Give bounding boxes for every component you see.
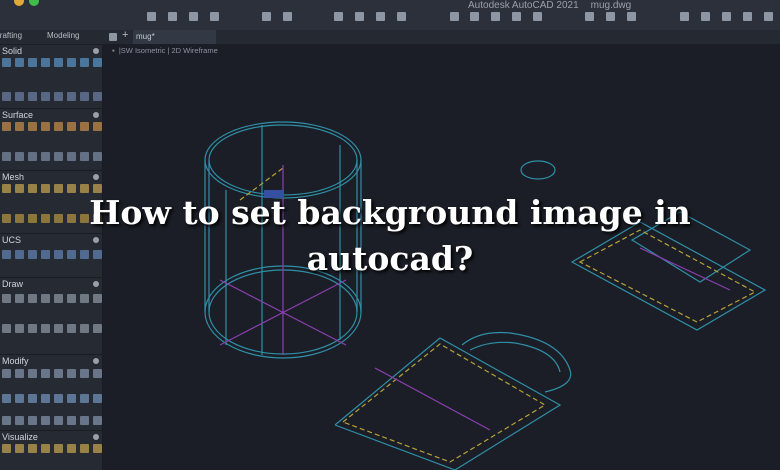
undo-icon[interactable] [262, 12, 271, 21]
section-draw: Draw [0, 277, 103, 354]
maximize-window-button[interactable] [29, 0, 39, 6]
sheet-icon[interactable] [450, 12, 459, 21]
orbit-icon[interactable] [627, 12, 636, 21]
new-tab-button[interactable]: + [122, 29, 128, 41]
xref-icon[interactable] [491, 12, 500, 21]
tab-modeling[interactable]: Modeling [47, 31, 79, 40]
publish-icon[interactable] [355, 12, 364, 21]
layout-icon[interactable] [470, 12, 479, 21]
window-title: Autodesk AutoCAD 2021 mug.dwg [468, 0, 632, 11]
zoom-window-icon[interactable] [585, 12, 594, 21]
match-properties-icon[interactable] [701, 12, 710, 21]
pan-icon[interactable] [606, 12, 615, 21]
title-bar: Autodesk AutoCAD 2021 mug.dwg [0, 0, 780, 30]
mug-cylinder [204, 121, 767, 470]
render-icon[interactable] [533, 12, 542, 21]
cloud-icon[interactable] [764, 12, 773, 21]
save-as-icon[interactable] [210, 12, 219, 21]
redo-icon[interactable] [283, 12, 292, 21]
close-icon[interactable] [93, 174, 99, 180]
close-icon[interactable] [93, 48, 99, 54]
open-icon[interactable] [168, 12, 177, 21]
section-solid: Solid [0, 44, 103, 108]
connect-icon[interactable] [743, 12, 752, 21]
minimize-window-button[interactable] [14, 0, 24, 6]
section-modify: Modify [0, 354, 103, 430]
properties-icon[interactable] [397, 12, 406, 21]
article-headline: How to set background image in autocad? [89, 193, 691, 278]
close-icon[interactable] [93, 358, 99, 364]
section-visualize: Visualize [0, 430, 103, 470]
tab-drafting[interactable]: Drafting [0, 31, 22, 40]
document-tab[interactable]: mug* [133, 30, 216, 44]
start-tab-icon[interactable] [109, 33, 117, 41]
close-icon[interactable] [93, 112, 99, 118]
section-surface: Surface [0, 108, 103, 170]
layer-icon[interactable] [680, 12, 689, 21]
close-icon[interactable] [93, 434, 99, 440]
tab-row [0, 30, 780, 44]
isolate-icon[interactable] [722, 12, 731, 21]
batch-plot-icon[interactable] [376, 12, 385, 21]
markup-icon[interactable] [512, 12, 521, 21]
save-icon[interactable] [189, 12, 198, 21]
plot-icon[interactable] [334, 12, 343, 21]
new-icon[interactable] [147, 12, 156, 21]
